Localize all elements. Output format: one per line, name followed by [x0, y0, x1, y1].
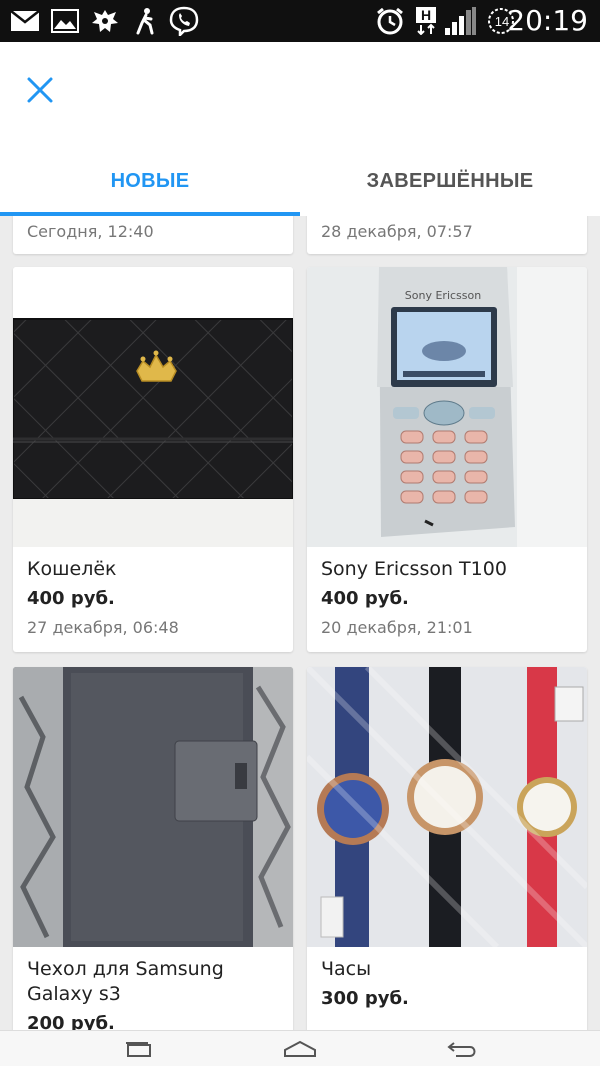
listing-title: Часы — [321, 958, 372, 980]
alarm-icon — [374, 6, 406, 36]
signal-icon — [442, 6, 478, 36]
emblem-icon — [90, 6, 120, 36]
close-icon — [27, 77, 53, 103]
tab-bar: НОВЫЕ ЗАВЕРШЁННЫЕ — [0, 146, 600, 216]
listing-photo-phone: Sony Ericsson — [307, 267, 587, 547]
listing-title: Чехол для Samsung Galaxy s3 — [27, 958, 224, 1005]
listing-date: 27 декабря, 06:48 — [27, 618, 179, 637]
close-button[interactable] — [20, 70, 60, 110]
phone-brand-text: Sony Ericsson — [405, 289, 481, 302]
listing-date: Сегодня, 12:40 — [27, 222, 154, 241]
listing-price: 400 руб. — [27, 588, 115, 609]
network-type-label: H — [416, 7, 436, 23]
listing-card[interactable]: Чехол для Samsung Galaxy s3 200 руб. — [13, 667, 293, 1030]
mail-icon — [10, 6, 40, 36]
recent-apps-icon — [126, 1042, 151, 1057]
home-button[interactable] — [280, 1035, 320, 1063]
clock-time: 20:19 — [507, 4, 588, 37]
tab-new[interactable]: НОВЫЕ — [0, 146, 300, 216]
listing-card[interactable]: Кошелёк 400 руб. 27 декабря, 06:48 — [13, 267, 293, 652]
home-icon — [284, 1040, 316, 1057]
listing-photo-watches — [307, 667, 587, 947]
listing-photo-case — [13, 667, 293, 947]
gallery-icon — [50, 6, 80, 36]
listing-card[interactable]: Sony Ericsson Sony Ericsson T100 400 руб… — [307, 267, 587, 652]
viber-icon — [168, 6, 200, 36]
back-button[interactable] — [442, 1035, 482, 1063]
listing-price: 200 руб. — [27, 1013, 115, 1030]
walking-icon — [132, 6, 158, 36]
listing-date: 20 декабря, 21:01 — [321, 618, 473, 637]
listing-card[interactable]: Сегодня, 12:40 — [13, 216, 293, 254]
network-h-icon: H — [414, 6, 438, 36]
listing-date: 28 декабря, 07:57 — [321, 222, 473, 241]
listing-card[interactable]: Часы 300 руб. — [307, 667, 587, 1030]
tab-completed[interactable]: ЗАВЕРШЁННЫЕ — [300, 146, 600, 216]
listing-price: 300 руб. — [321, 988, 409, 1009]
system-nav-bar — [0, 1030, 600, 1066]
listing-title: Кошелёк — [27, 558, 117, 580]
listing-title: Sony Ericsson T100 — [321, 558, 507, 580]
listing-price: 400 руб. — [321, 588, 409, 609]
listings-grid[interactable]: Сегодня, 12:40 28 декабря, 07:57 Кошелёк… — [0, 216, 600, 1030]
listing-photo-wallet — [13, 267, 293, 547]
back-icon — [447, 1042, 476, 1057]
recent-apps-button[interactable] — [118, 1035, 158, 1063]
listing-card[interactable]: 28 декабря, 07:57 — [307, 216, 587, 254]
status-bar: H 14 20:19 — [0, 0, 600, 42]
app-header: НОВЫЕ ЗАВЕРШЁННЫЕ — [0, 42, 600, 216]
